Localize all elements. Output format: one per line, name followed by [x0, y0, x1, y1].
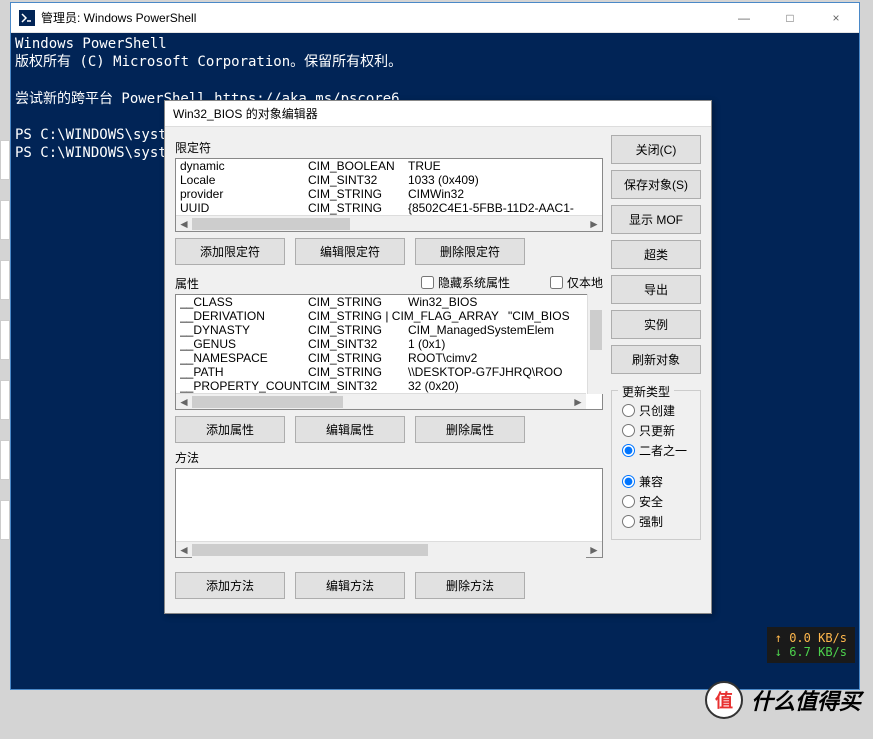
list-item: __DERIVATIONCIM_STRING | CIM_FLAG_ARRAY"… — [176, 309, 586, 323]
list-item: __PROPERTY_COUNTCIM_SINT3232 (0x20) — [176, 379, 586, 393]
delete-method-button[interactable]: 删除方法 — [415, 572, 525, 599]
list-item: __GENUSCIM_SINT321 (0x1) — [176, 337, 586, 351]
scroll-right-icon[interactable]: ► — [570, 394, 586, 410]
titlebar: 管理员: Windows PowerShell — □ × — [11, 3, 859, 33]
download-speed: ↓ 6.7 KB/s — [775, 645, 847, 659]
save-object-button[interactable]: 保存对象(S) — [611, 170, 701, 199]
scrollbar-horizontal[interactable]: ◄► — [176, 215, 602, 231]
update-type-group: 更新类型 只创建 只更新 二者之一 兼容 安全 强制 — [611, 390, 701, 540]
export-button[interactable]: 导出 — [611, 275, 701, 304]
scroll-left-icon[interactable]: ◄ — [176, 542, 192, 558]
add-property-button[interactable]: 添加属性 — [175, 416, 285, 443]
scroll-right-icon[interactable]: ► — [586, 216, 602, 232]
qualifiers-listbox[interactable]: dynamicCIM_BOOLEANTRUE LocaleCIM_SINT321… — [175, 158, 603, 232]
instances-button[interactable]: 实例 — [611, 310, 701, 339]
maximize-button[interactable]: □ — [767, 3, 813, 33]
hide-system-checkbox[interactable]: 隐藏系统属性 — [421, 274, 510, 291]
superclass-button[interactable]: 超类 — [611, 240, 701, 269]
powershell-icon — [19, 10, 35, 26]
properties-listbox[interactable]: __CLASSCIM_STRINGWin32_BIOS __DERIVATION… — [175, 294, 603, 410]
show-mof-button[interactable]: 显示 MOF — [611, 205, 701, 234]
list-item: UUIDCIM_STRING{8502C4E1-5FBB-11D2-AAC1- — [176, 201, 602, 215]
edit-property-button[interactable]: 编辑属性 — [295, 416, 405, 443]
refresh-button[interactable]: 刷新对象 — [611, 345, 701, 374]
upload-speed: ↑ 0.0 KB/s — [775, 631, 847, 645]
scrollbar-horizontal[interactable]: ◄► — [176, 393, 586, 409]
edit-method-button[interactable]: 编辑方法 — [295, 572, 405, 599]
list-item: __DYNASTYCIM_STRINGCIM_ManagedSystemElem — [176, 323, 586, 337]
safe-radio[interactable]: 安全 — [622, 493, 690, 510]
delete-property-button[interactable]: 删除属性 — [415, 416, 525, 443]
scrollbar-vertical[interactable] — [587, 294, 603, 394]
methods-listbox[interactable]: ◄► — [175, 468, 603, 558]
list-item: __NAMESPACECIM_STRINGROOT\cimv2 — [176, 351, 586, 365]
delete-qualifier-button[interactable]: 删除限定符 — [415, 238, 525, 265]
window-title: 管理员: Windows PowerShell — [41, 9, 721, 26]
add-qualifier-button[interactable]: 添加限定符 — [175, 238, 285, 265]
watermark-text: 什么值得买 — [751, 684, 861, 716]
scroll-right-icon[interactable]: ► — [586, 542, 602, 558]
force-radio[interactable]: 强制 — [622, 513, 690, 530]
network-overlay: ↑ 0.0 KB/s ↓ 6.7 KB/s — [767, 627, 855, 663]
scroll-left-icon[interactable]: ◄ — [176, 216, 192, 232]
scrollbar-horizontal[interactable]: ◄► — [176, 541, 602, 557]
minimize-button[interactable]: — — [721, 3, 767, 33]
watermark-badge-icon: 值 — [705, 681, 743, 719]
compatible-radio[interactable]: 兼容 — [622, 473, 690, 490]
add-method-button[interactable]: 添加方法 — [175, 572, 285, 599]
list-item: providerCIM_STRINGCIMWin32 — [176, 187, 602, 201]
edit-qualifier-button[interactable]: 编辑限定符 — [295, 238, 405, 265]
object-editor-dialog: Win32_BIOS 的对象编辑器 限定符 dynamicCIM_BOOLEAN… — [164, 100, 712, 614]
list-item: dynamicCIM_BOOLEANTRUE — [176, 159, 602, 173]
local-only-checkbox[interactable]: 仅本地 — [550, 274, 603, 291]
update-only-radio[interactable]: 只更新 — [622, 422, 690, 439]
close-dialog-button[interactable]: 关闭(C) — [611, 135, 701, 164]
scroll-left-icon[interactable]: ◄ — [176, 394, 192, 410]
either-radio[interactable]: 二者之一 — [622, 442, 690, 459]
dialog-title: Win32_BIOS 的对象编辑器 — [165, 101, 711, 127]
list-item: LocaleCIM_SINT321033 (0x409) — [176, 173, 602, 187]
properties-label: 属性 — [175, 275, 199, 292]
close-button[interactable]: × — [813, 3, 859, 33]
list-item: __PATHCIM_STRING\\DESKTOP-G7FJHRQ\ROO — [176, 365, 586, 379]
qualifiers-label: 限定符 — [175, 139, 603, 156]
create-only-radio[interactable]: 只创建 — [622, 402, 690, 419]
list-item: __CLASSCIM_STRINGWin32_BIOS — [176, 295, 586, 309]
methods-label: 方法 — [175, 449, 603, 466]
watermark: 值 什么值得买 — [705, 681, 861, 719]
